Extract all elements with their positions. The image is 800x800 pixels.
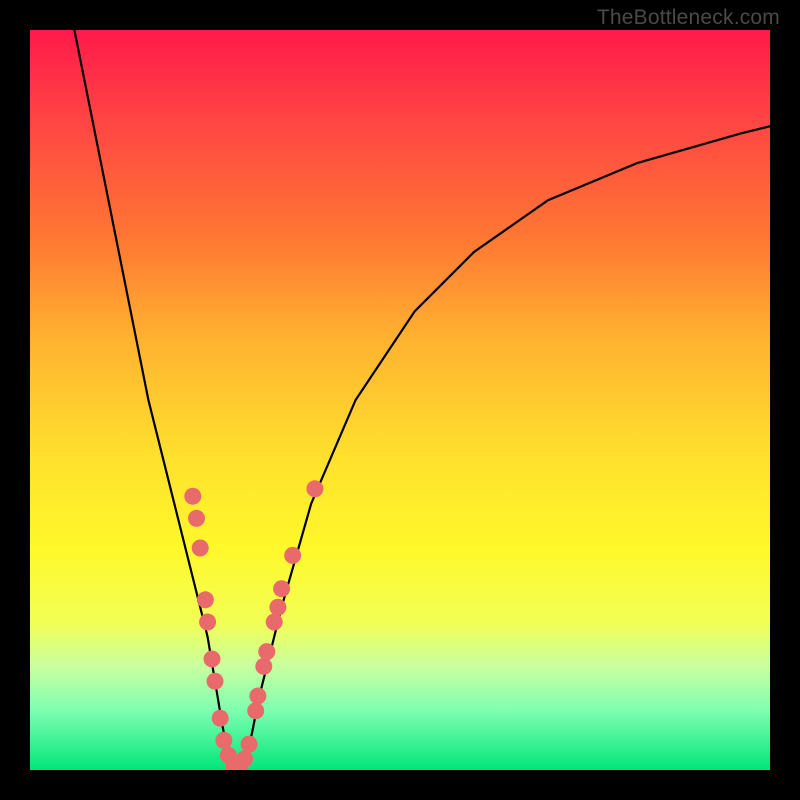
- data-marker: [184, 488, 201, 505]
- data-marker: [255, 658, 272, 675]
- data-marker: [236, 750, 253, 767]
- plot-area: [30, 30, 770, 770]
- data-marker: [247, 702, 264, 719]
- data-marker: [284, 547, 301, 564]
- chart-frame: TheBottleneck.com: [0, 0, 800, 800]
- data-marker: [215, 732, 232, 749]
- data-marker: [306, 480, 323, 497]
- data-marker: [207, 673, 224, 690]
- data-marker: [266, 614, 283, 631]
- watermark-text: TheBottleneck.com: [597, 6, 780, 30]
- data-marker: [212, 710, 229, 727]
- data-marker: [188, 510, 205, 527]
- data-marker: [241, 736, 258, 753]
- data-marker: [199, 614, 216, 631]
- data-marker: [258, 643, 275, 660]
- curve-layer: [30, 30, 770, 770]
- data-marker: [269, 599, 286, 616]
- data-marker: [192, 540, 209, 557]
- bottleneck-curve: [74, 30, 770, 770]
- data-marker: [197, 591, 214, 608]
- data-marker: [204, 651, 221, 668]
- data-marker: [273, 580, 290, 597]
- data-marker: [249, 688, 266, 705]
